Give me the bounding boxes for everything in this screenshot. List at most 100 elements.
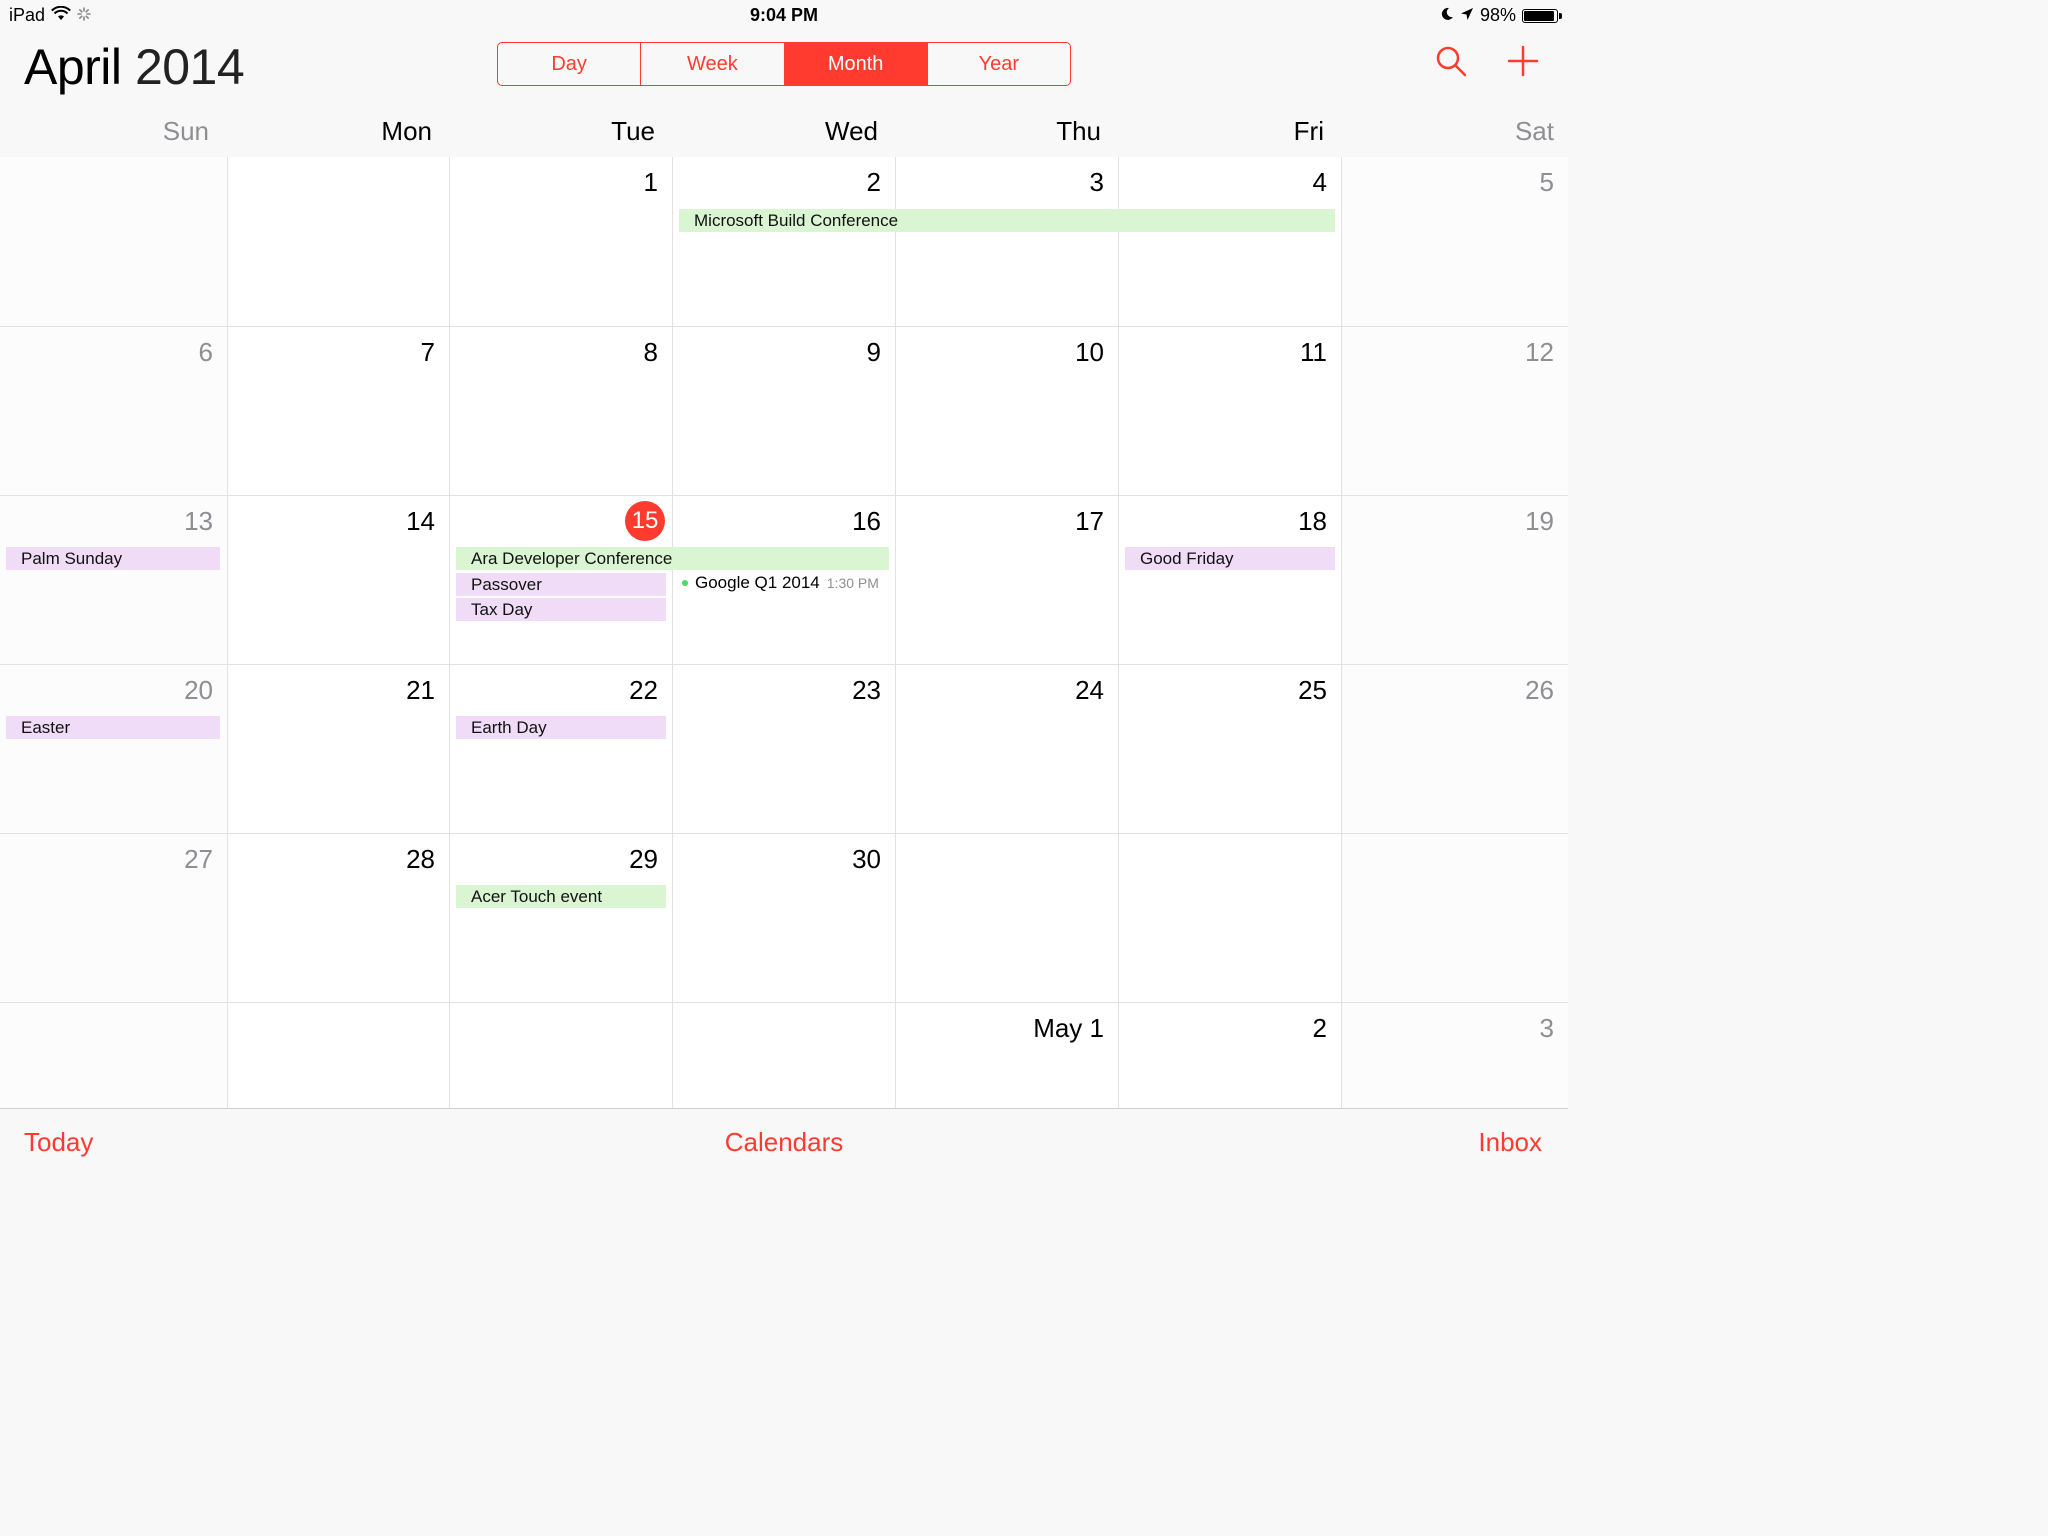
day-cell[interactable]: 5 bbox=[1342, 157, 1568, 327]
battery-icon bbox=[1522, 8, 1562, 23]
day-number: 1 bbox=[643, 167, 658, 197]
day-number: 26 bbox=[1525, 675, 1554, 705]
day-cell[interactable]: 11 bbox=[1119, 327, 1342, 496]
today-button[interactable]: Today bbox=[24, 1127, 93, 1158]
day-cell[interactable]: 14 bbox=[228, 496, 450, 665]
event-time: 1:30 PM bbox=[826, 575, 879, 591]
day-number: 20 bbox=[184, 675, 213, 705]
day-number: 14 bbox=[406, 506, 435, 536]
event-title: Google Q1 2014 bbox=[695, 573, 820, 592]
day-cell[interactable]: 13 bbox=[0, 496, 228, 665]
day-cell[interactable]: 6 bbox=[0, 327, 228, 496]
day-number: 3 bbox=[1539, 1013, 1554, 1043]
weekday-fri: Fri bbox=[1293, 116, 1324, 146]
day-number: 16 bbox=[852, 506, 881, 536]
day-cell[interactable]: 4 bbox=[1119, 157, 1342, 327]
status-bar: iPad 9:04 PM 98% bbox=[0, 0, 1568, 32]
day-cell[interactable]: 28 bbox=[228, 834, 450, 1003]
weekday-mon: Mon bbox=[381, 116, 432, 146]
day-cell[interactable]: 20 bbox=[0, 665, 228, 834]
weekday-header: Sun Mon Tue Wed Thu Fri Sat bbox=[0, 110, 1568, 158]
page-title: April 2014 bbox=[24, 38, 245, 96]
day-number: 18 bbox=[1298, 506, 1327, 536]
tab-month[interactable]: Month bbox=[784, 43, 928, 85]
day-number: 24 bbox=[1075, 675, 1104, 705]
event-acer-touch[interactable]: Acer Touch event bbox=[456, 885, 666, 908]
day-cell[interactable] bbox=[1342, 834, 1568, 1003]
day-cell[interactable]: 12 bbox=[1342, 327, 1568, 496]
day-cell[interactable]: 2 bbox=[673, 157, 896, 327]
day-cell[interactable] bbox=[0, 157, 228, 327]
day-cell[interactable]: 23 bbox=[673, 665, 896, 834]
inbox-button[interactable]: Inbox bbox=[1478, 1127, 1542, 1158]
day-number: 30 bbox=[852, 844, 881, 874]
day-number: 3 bbox=[1089, 167, 1104, 197]
search-icon[interactable] bbox=[1434, 44, 1468, 83]
day-cell[interactable]: 3 bbox=[896, 157, 1119, 327]
calendars-button[interactable]: Calendars bbox=[0, 1127, 1568, 1158]
event-passover[interactable]: Passover bbox=[456, 573, 666, 596]
event-tax-day[interactable]: Tax Day bbox=[456, 598, 666, 621]
event-palm-sunday[interactable]: Palm Sunday bbox=[6, 547, 220, 570]
day-number: 17 bbox=[1075, 506, 1104, 536]
day-cell[interactable]: 1 bbox=[450, 157, 673, 327]
day-cell[interactable]: 25 bbox=[1119, 665, 1342, 834]
tab-year[interactable]: Year bbox=[928, 43, 1070, 85]
day-cell[interactable] bbox=[450, 1003, 673, 1108]
day-cell[interactable] bbox=[1119, 834, 1342, 1003]
day-cell[interactable]: 7 bbox=[228, 327, 450, 496]
title-month: April bbox=[24, 39, 122, 95]
day-cell[interactable] bbox=[673, 1003, 896, 1108]
day-cell[interactable] bbox=[228, 157, 450, 327]
day-number: 6 bbox=[198, 337, 213, 367]
day-cell[interactable]: 8 bbox=[450, 327, 673, 496]
tab-day[interactable]: Day bbox=[498, 43, 642, 85]
day-cell[interactable]: 30 bbox=[673, 834, 896, 1003]
location-arrow-icon bbox=[1460, 5, 1474, 26]
day-cell[interactable] bbox=[228, 1003, 450, 1108]
day-cell[interactable]: 19 bbox=[1342, 496, 1568, 665]
event-good-friday[interactable]: Good Friday bbox=[1125, 547, 1335, 570]
day-cell[interactable]: 9 bbox=[673, 327, 896, 496]
bottom-toolbar: Today Calendars Inbox bbox=[0, 1108, 1568, 1176]
day-number: May 1 bbox=[1033, 1013, 1104, 1043]
event-google-q1[interactable]: Google Q1 2014 1:30 PM bbox=[682, 573, 879, 593]
day-cell[interactable]: 21 bbox=[228, 665, 450, 834]
day-number: 13 bbox=[184, 506, 213, 536]
day-cell[interactable]: 2 bbox=[1119, 1003, 1342, 1108]
day-cell[interactable]: 18 bbox=[1119, 496, 1342, 665]
day-cell[interactable]: 10 bbox=[896, 327, 1119, 496]
day-cell[interactable]: 29 bbox=[450, 834, 673, 1003]
day-number: 22 bbox=[629, 675, 658, 705]
day-number: 28 bbox=[406, 844, 435, 874]
event-microsoft-build[interactable]: Microsoft Build Conference bbox=[679, 209, 1335, 232]
title-year: 2014 bbox=[134, 39, 245, 95]
day-cell[interactable]: 3 bbox=[1342, 1003, 1568, 1108]
day-cell[interactable]: 22 bbox=[450, 665, 673, 834]
day-number: 5 bbox=[1539, 167, 1554, 197]
weekday-sun: Sun bbox=[162, 116, 209, 146]
day-cell[interactable]: May 1 bbox=[896, 1003, 1119, 1108]
day-number: 29 bbox=[629, 844, 658, 874]
day-number: 8 bbox=[643, 337, 658, 367]
day-cell[interactable]: 27 bbox=[0, 834, 228, 1003]
day-cell[interactable]: 17 bbox=[896, 496, 1119, 665]
day-cell[interactable]: 24 bbox=[896, 665, 1119, 834]
day-number: 11 bbox=[1300, 337, 1327, 367]
event-ara-developer[interactable]: Ara Developer Conference bbox=[456, 547, 889, 570]
day-number: 25 bbox=[1298, 675, 1327, 705]
tab-week[interactable]: Week bbox=[641, 43, 785, 85]
day-number: 23 bbox=[852, 675, 881, 705]
event-easter[interactable]: Easter bbox=[6, 716, 220, 739]
event-dot-icon bbox=[682, 580, 688, 586]
day-cell[interactable]: 26 bbox=[1342, 665, 1568, 834]
day-number: 9 bbox=[866, 337, 881, 367]
day-cell[interactable] bbox=[0, 1003, 228, 1108]
status-time: 9:04 PM bbox=[749, 5, 819, 25]
day-number: 7 bbox=[420, 337, 435, 367]
status-right: 98% bbox=[1440, 5, 1562, 26]
plus-icon[interactable] bbox=[1506, 44, 1540, 83]
moon-icon bbox=[1440, 5, 1454, 26]
day-cell[interactable] bbox=[896, 834, 1119, 1003]
event-earth-day[interactable]: Earth Day bbox=[456, 716, 666, 739]
